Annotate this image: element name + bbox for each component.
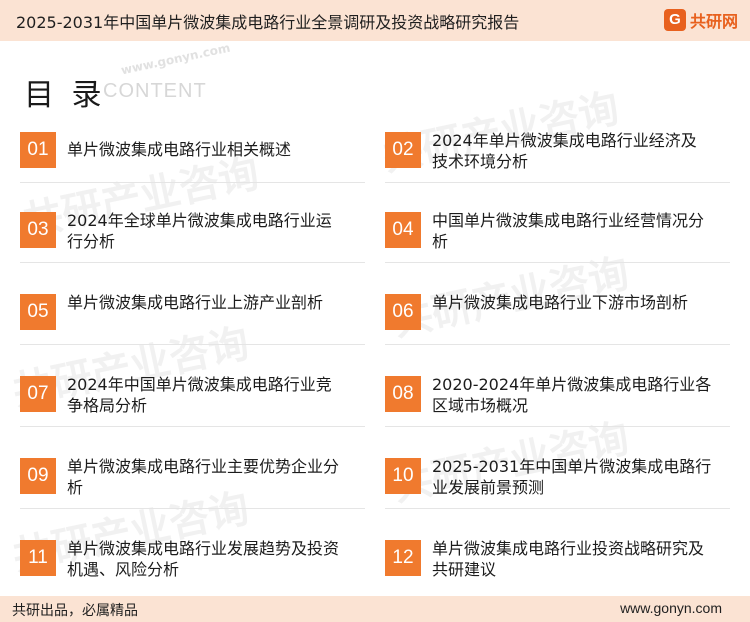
toc-item-number: 12	[385, 540, 421, 576]
divider	[20, 182, 365, 183]
toc-item-number: 10	[385, 458, 421, 494]
divider	[20, 262, 365, 263]
divider	[20, 344, 365, 345]
toc-item-label: 2020-2024年单片微波集成电路行业各区域市场概况	[432, 375, 712, 415]
divider	[385, 344, 730, 345]
toc-item-number: 08	[385, 376, 421, 412]
toc-heading: 目 录	[24, 78, 106, 113]
toc-item-number: 02	[385, 132, 421, 168]
brand-logo[interactable]: G 共研网	[663, 8, 738, 32]
toc-item-label: 2024年全球单片微波集成电路行业运行分析	[67, 211, 332, 251]
toc-item-number: 11	[20, 540, 56, 576]
toc-item-label: 2025-2031年中国单片微波集成电路行业发展前景预测	[432, 457, 712, 497]
logo-text: 共研网	[689, 12, 738, 31]
toc-item-number: 05	[20, 294, 56, 330]
toc-item[interactable]: 11 单片微波集成电路行业发展趋势及投资机遇、风险分析	[20, 538, 365, 598]
report-title: 2025-2031年中国单片微波集成电路行业全景调研及投资战略研究报告	[16, 13, 520, 32]
toc-item-number: 09	[20, 458, 56, 494]
toc-item[interactable]: 09 单片微波集成电路行业主要优势企业分析	[20, 456, 365, 516]
footer-slogan: 共研出品，必属精品	[12, 603, 138, 619]
toc-item[interactable]: 08 2020-2024年单片微波集成电路行业各区域市场概况	[385, 374, 730, 434]
toc-item-label: 单片微波集成电路行业发展趋势及投资机遇、风险分析	[67, 539, 340, 579]
header-bar: 2025-2031年中国单片微波集成电路行业全景调研及投资战略研究报告 G 共研…	[0, 0, 750, 41]
toc-item-number: 03	[20, 212, 56, 248]
divider	[385, 182, 730, 183]
toc-item-label: 中国单片微波集成电路行业经营情况分析	[432, 211, 705, 251]
toc-item[interactable]: 06 单片微波集成电路行业下游市场剖析	[385, 292, 730, 352]
footer-bar: 共研出品，必属精品 www.gonyn.com	[0, 596, 750, 622]
toc-item-label: 单片微波集成电路行业相关概述	[67, 140, 292, 159]
toc-item-label: 单片微波集成电路行业下游市场剖析	[432, 293, 689, 312]
toc-item[interactable]: 05 单片微波集成电路行业上游产业剖析	[20, 292, 365, 352]
toc-item-label: 2024年中国单片微波集成电路行业竞争格局分析	[67, 375, 332, 415]
divider	[385, 426, 730, 427]
divider	[385, 262, 730, 263]
toc-item[interactable]: 04 中国单片微波集成电路行业经营情况分析	[385, 210, 730, 270]
toc-item-number: 04	[385, 212, 421, 248]
toc-item-number: 06	[385, 294, 421, 330]
toc-item-label: 2024年单片微波集成电路行业经济及技术环境分析	[432, 131, 697, 171]
toc-item-label: 单片微波集成电路行业主要优势企业分析	[67, 457, 340, 497]
footer-website-link[interactable]: www.gonyn.com	[620, 600, 722, 616]
watermark-url: www.gonyn.com	[119, 40, 232, 78]
toc-item[interactable]: 02 2024年单片微波集成电路行业经济及技术环境分析	[385, 130, 730, 190]
toc-item-label: 单片微波集成电路行业上游产业剖析	[67, 293, 324, 312]
divider	[20, 426, 365, 427]
toc-subheading: CONTENT	[103, 80, 207, 102]
logo-icon: G	[663, 9, 686, 31]
toc-item-number: 01	[20, 132, 56, 168]
toc-item[interactable]: 10 2025-2031年中国单片微波集成电路行业发展前景预测	[385, 456, 730, 516]
toc-item[interactable]: 07 2024年中国单片微波集成电路行业竞争格局分析	[20, 374, 365, 434]
toc-item[interactable]: 03 2024年全球单片微波集成电路行业运行分析	[20, 210, 365, 270]
divider	[20, 508, 365, 509]
toc-item[interactable]: 12 单片微波集成电路行业投资战略研究及共研建议	[385, 538, 730, 598]
toc-item[interactable]: 01 单片微波集成电路行业相关概述	[20, 130, 365, 190]
divider	[385, 508, 730, 509]
toc-item-number: 07	[20, 376, 56, 412]
toc-item-label: 单片微波集成电路行业投资战略研究及共研建议	[432, 539, 705, 579]
